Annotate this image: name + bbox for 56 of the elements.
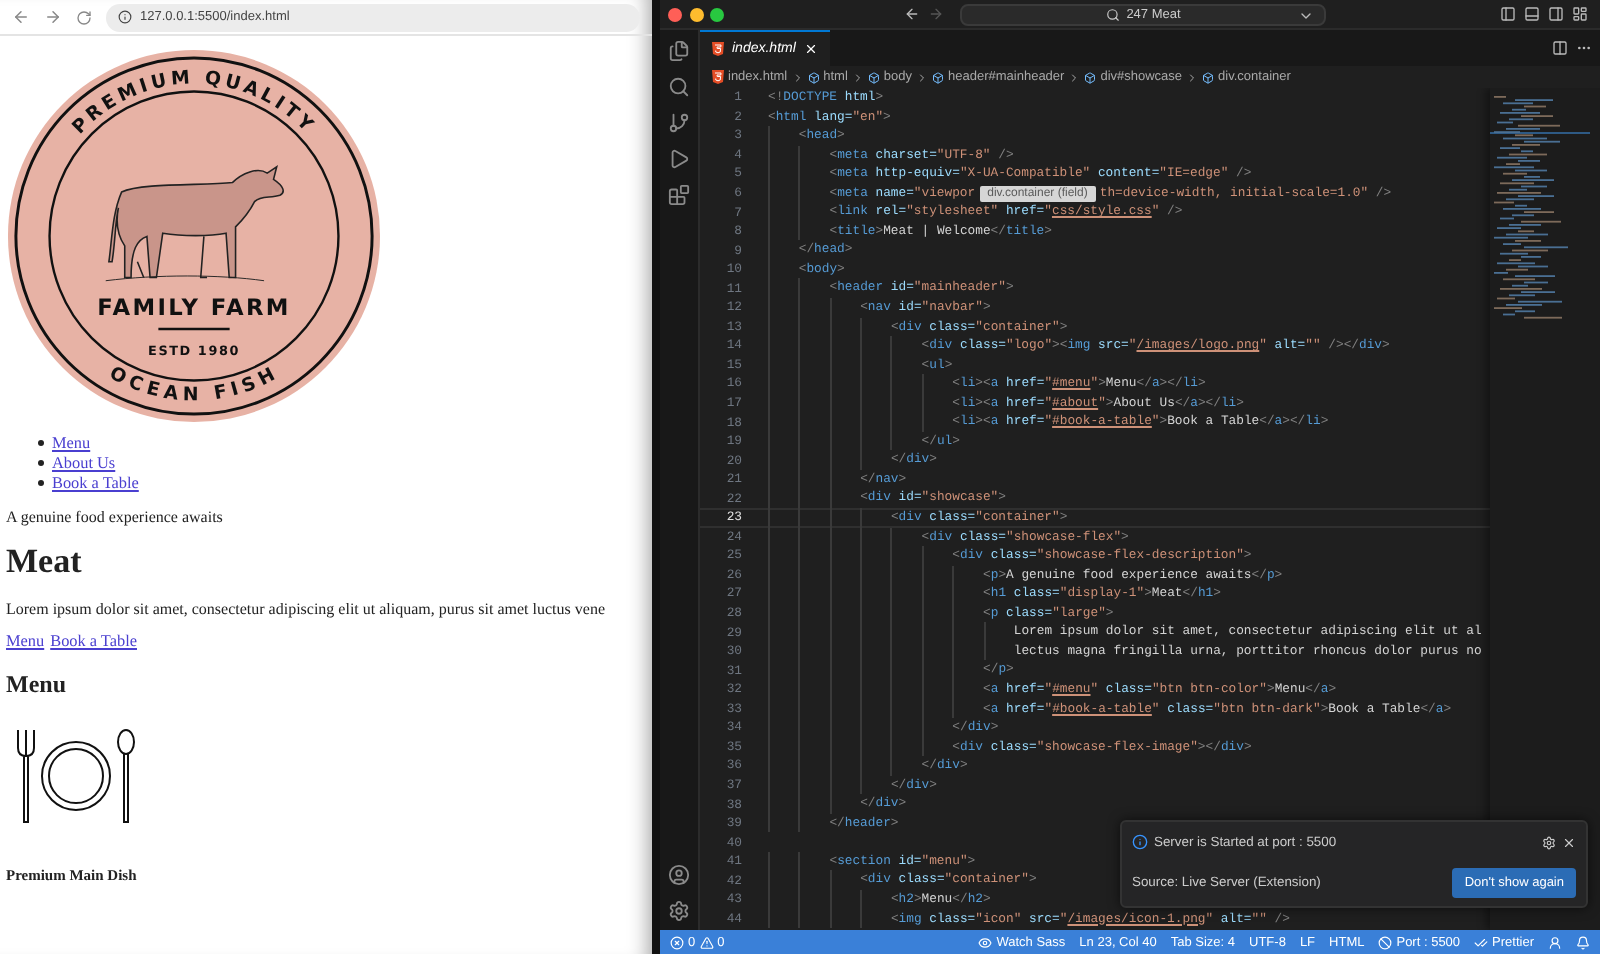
nav-link[interactable]: About Us bbox=[52, 453, 116, 471]
symbol-icon bbox=[1202, 71, 1215, 83]
chevron-right-icon bbox=[916, 71, 929, 83]
utensils-icon bbox=[14, 728, 138, 824]
layout-icon[interactable] bbox=[1572, 6, 1588, 22]
section-heading: Menu bbox=[6, 670, 66, 698]
split-editor-icon[interactable] bbox=[1552, 40, 1568, 56]
html-file-icon bbox=[712, 70, 724, 84]
person-icon[interactable] bbox=[1548, 935, 1562, 949]
html-file-icon bbox=[712, 42, 724, 56]
forward-icon[interactable] bbox=[44, 8, 62, 26]
settings-icon[interactable] bbox=[668, 900, 690, 922]
symbol-icon bbox=[932, 71, 945, 83]
close-icon[interactable] bbox=[1562, 835, 1576, 849]
panel-bottom-icon[interactable] bbox=[1524, 6, 1540, 22]
nav-link[interactable]: Menu bbox=[52, 433, 91, 451]
chevron-right-icon bbox=[1068, 71, 1081, 83]
error-icon bbox=[670, 935, 684, 949]
panel-right-icon[interactable] bbox=[1548, 6, 1564, 22]
page-link[interactable]: Menu bbox=[6, 632, 45, 650]
warning-icon bbox=[699, 935, 714, 949]
files-icon[interactable] bbox=[668, 40, 690, 62]
eye-icon bbox=[978, 935, 993, 949]
bullet-icon bbox=[38, 459, 44, 465]
panel-left-icon[interactable] bbox=[1500, 6, 1516, 22]
symbol-icon bbox=[1084, 71, 1097, 83]
page-link[interactable]: Book a Table bbox=[50, 632, 137, 650]
nav-link[interactable]: Book a Table bbox=[52, 473, 139, 491]
lorem-paragraph: Lorem ipsum dolor sit amet, consectetur adipiscing elit ut aliquam, purus sit amet luctus vene bbox=[6, 600, 605, 618]
settings-icon[interactable] bbox=[1542, 835, 1556, 849]
minimize-window-button[interactable] bbox=[689, 7, 703, 21]
bullet-icon bbox=[38, 439, 44, 445]
bullet-icon bbox=[38, 479, 44, 485]
info-icon bbox=[1132, 834, 1148, 850]
double-check-icon bbox=[1474, 935, 1489, 949]
back-icon[interactable] bbox=[904, 6, 921, 22]
logo-title: FAMILY FARM bbox=[97, 293, 291, 322]
close-window-button[interactable] bbox=[668, 7, 682, 21]
chevron-right-icon bbox=[791, 71, 804, 83]
tagline: A genuine food experience awaits bbox=[6, 508, 223, 526]
chevron-right-icon bbox=[851, 71, 864, 83]
symbol-icon bbox=[867, 71, 880, 83]
branch-icon[interactable] bbox=[668, 112, 690, 134]
search-icon[interactable] bbox=[668, 76, 690, 98]
extensions-icon[interactable] bbox=[668, 184, 690, 206]
search-icon bbox=[1106, 7, 1121, 21]
account-icon[interactable] bbox=[668, 864, 690, 886]
page-heading: Meat bbox=[6, 542, 82, 582]
maximize-window-button[interactable] bbox=[710, 7, 724, 21]
symbol-icon bbox=[807, 71, 820, 83]
play-icon[interactable] bbox=[668, 148, 690, 170]
chevron-right-icon bbox=[1186, 71, 1199, 83]
info-icon bbox=[118, 10, 132, 24]
bell-icon[interactable] bbox=[1576, 935, 1590, 949]
reload-icon[interactable] bbox=[76, 9, 92, 25]
port-icon bbox=[1378, 935, 1393, 949]
